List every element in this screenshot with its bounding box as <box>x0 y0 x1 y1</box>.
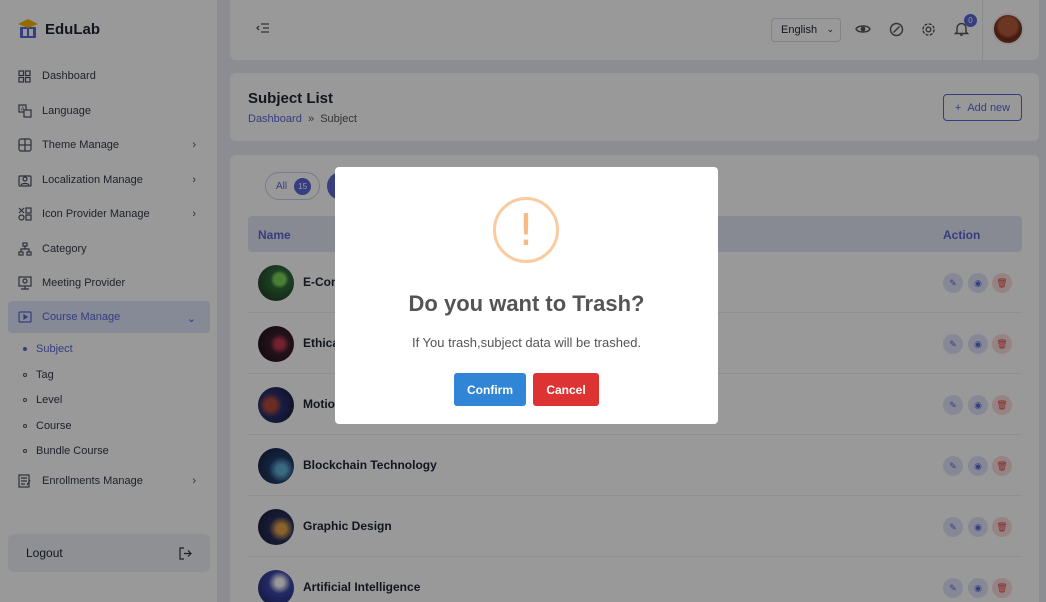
cancel-button[interactable]: Cancel <box>533 373 599 406</box>
warning-icon: ! <box>493 197 559 263</box>
dialog-title: Do you want to Trash? <box>408 291 645 316</box>
trash-confirm-dialog: ! Do you want to Trash? If You trash,sub… <box>335 167 718 424</box>
confirm-button[interactable]: Confirm <box>454 373 526 406</box>
dialog-message: If You trash,subject data will be trashe… <box>411 335 642 350</box>
